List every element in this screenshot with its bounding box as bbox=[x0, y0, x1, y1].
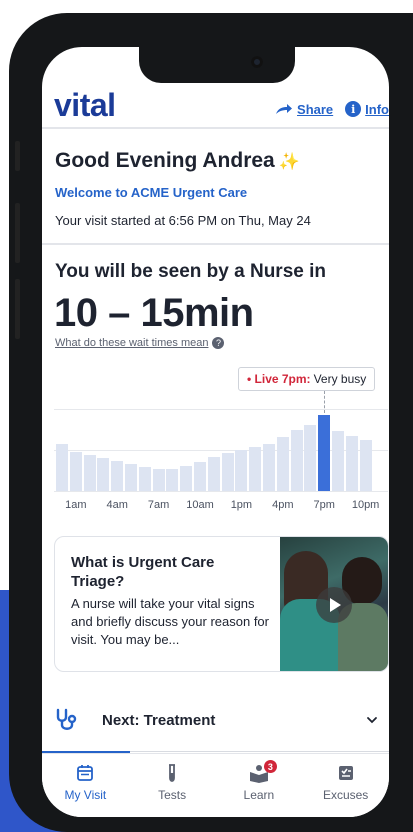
chart-bar-9pm bbox=[345, 436, 358, 491]
question-icon: ? bbox=[212, 337, 225, 349]
chart-bar-7am bbox=[152, 468, 165, 491]
wait-estimate: 10 – 15min bbox=[54, 291, 254, 335]
chart-bar-8am bbox=[166, 468, 179, 491]
chart-tick-4pm: 4pm bbox=[272, 499, 294, 511]
chart-tick-10am: 10am bbox=[186, 499, 214, 511]
chart-bar-6am bbox=[138, 467, 151, 491]
chart-bars bbox=[54, 365, 388, 491]
info-label: Info bbox=[365, 101, 389, 117]
triage-video-card[interactable]: What is Urgent Care Triage? A nurse will… bbox=[54, 536, 389, 672]
greeting-divider bbox=[42, 243, 389, 245]
wait-heading: You will be seen by a Nurse in bbox=[55, 261, 327, 282]
notch bbox=[139, 47, 295, 83]
chart-bar-12pm bbox=[221, 453, 234, 491]
tab-my-visit[interactable]: My Visit bbox=[42, 754, 129, 817]
chart-bar-11am bbox=[207, 457, 220, 491]
chart-bar-1am bbox=[69, 451, 82, 491]
tab-excuses-label: Excuses bbox=[322, 788, 369, 802]
wait-time-chart: • Live 7pm: Very busy 1am 4am 7am 10am 1pm 4p… bbox=[54, 365, 388, 515]
chart-tick-4am: 4am bbox=[106, 499, 128, 511]
chart-bar-5am bbox=[125, 463, 137, 491]
tab-learn[interactable]: 3 Learn bbox=[216, 754, 303, 817]
chart-tick-1am: 1am bbox=[65, 499, 87, 511]
visit-start-text: Your visit started at 6:56 PM on Thu, Ma… bbox=[55, 213, 311, 228]
next-step-label: Next: Treatment bbox=[102, 711, 216, 729]
camera-icon bbox=[251, 56, 263, 68]
chart-tick-7am: 7am bbox=[147, 499, 170, 511]
chart-bar-12am bbox=[56, 444, 68, 491]
chart-tick-10pm: 10pm bbox=[351, 499, 380, 511]
stethoscope-icon bbox=[56, 708, 77, 730]
next-step-row[interactable]: Next: Treatment bbox=[54, 705, 378, 735]
welcome-text: Welcome to ACME Urgent Care bbox=[55, 185, 248, 200]
chart-bar-10am bbox=[194, 462, 206, 491]
header-links: Share i Info bbox=[275, 101, 389, 117]
greeting-text: Good Evening Andrea bbox=[55, 149, 275, 172]
chart-bar-7pm bbox=[318, 414, 331, 491]
chart-bar-4pm bbox=[276, 436, 289, 491]
triage-video-thumbnail[interactable] bbox=[280, 537, 388, 671]
wait-times-label: What do these wait times mean bbox=[55, 337, 209, 349]
info-icon: i bbox=[345, 101, 362, 117]
chart-tick-1pm: 1pm bbox=[230, 499, 253, 511]
phone-frame: vital Share i Info Good Evening Andrea ✨ … bbox=[9, 13, 413, 832]
chart-bar-1pm bbox=[235, 450, 248, 491]
tab-my-visit-label: My Visit bbox=[64, 788, 107, 802]
chart-bar-9am bbox=[180, 466, 193, 491]
chart-baseline bbox=[54, 491, 388, 492]
info-link[interactable]: i Info bbox=[345, 101, 389, 117]
chart-bar-2pm bbox=[249, 446, 262, 491]
card-title: What is Urgent Care Triage? bbox=[71, 554, 215, 590]
tab-tests[interactable]: Tests bbox=[129, 754, 216, 817]
chart-bar-8pm bbox=[332, 431, 344, 491]
document-check-icon bbox=[338, 766, 353, 780]
tab-learn-label: Learn bbox=[243, 788, 275, 802]
share-label: Share bbox=[297, 101, 334, 117]
chart-bar-10pm bbox=[359, 440, 372, 491]
tab-excuses[interactable]: Excuses bbox=[302, 754, 389, 817]
step-progress-track bbox=[130, 751, 389, 752]
wait-times-link[interactable]: What do these wait times mean ? bbox=[55, 337, 225, 349]
volume-down-button bbox=[15, 279, 20, 339]
app-screen: vital Share i Info Good Evening Andrea ✨ … bbox=[42, 47, 389, 817]
bottom-tab-bar: My Visit Tests 3 Learn Excuses bbox=[42, 753, 389, 817]
tab-tests-label: Tests bbox=[158, 788, 187, 802]
chart-bar-4am bbox=[111, 460, 124, 491]
test-tube-icon bbox=[169, 764, 176, 782]
chart-bar-6pm bbox=[304, 424, 317, 491]
vital-logo: vital bbox=[54, 87, 116, 123]
chart-bar-5pm bbox=[290, 430, 303, 491]
sparkle-icon: ✨ bbox=[278, 152, 300, 171]
play-icon[interactable] bbox=[316, 587, 352, 623]
share-link[interactable]: Share bbox=[275, 102, 333, 117]
app-header: vital Share i Info bbox=[54, 87, 389, 127]
learn-badge: 3 bbox=[263, 760, 277, 773]
calendar-icon bbox=[77, 765, 94, 781]
chart-bar-3am bbox=[97, 458, 110, 491]
card-text: A nurse will take your vital signs and b… bbox=[71, 596, 269, 647]
volume-up-button bbox=[15, 203, 20, 263]
chart-tick-7pm: 7pm bbox=[313, 499, 335, 511]
greeting-title: Good Evening Andrea ✨ bbox=[55, 149, 300, 173]
chart-bar-2am bbox=[83, 454, 96, 491]
chevron-down-icon[interactable] bbox=[366, 714, 378, 726]
header-divider bbox=[42, 127, 389, 129]
chart-bar-3pm bbox=[263, 444, 275, 491]
mute-switch bbox=[15, 141, 20, 171]
share-arrow-icon bbox=[276, 104, 293, 114]
